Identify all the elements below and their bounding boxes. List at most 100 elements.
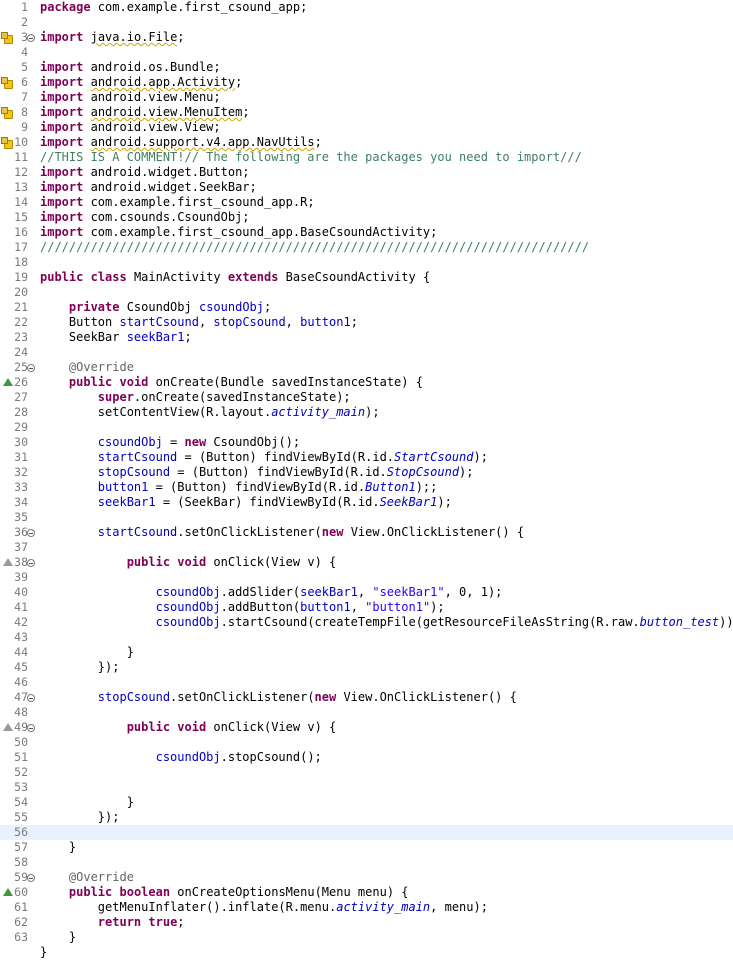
code-token: seekBar1 [300, 585, 358, 599]
code-line[interactable]: 47 stopCsound.setOnClickListener(new Vie… [0, 690, 733, 705]
code-line[interactable]: 24 [0, 345, 733, 360]
code-line[interactable]: 51 csoundObj.stopCsound(); [0, 750, 733, 765]
code-token: ))); [719, 615, 733, 629]
code-line[interactable]: 27 super.onCreate(savedInstanceState); [0, 390, 733, 405]
fold-toggle-icon[interactable] [27, 529, 35, 537]
code-line[interactable]: 41 csoundObj.addButton(button1, "button1… [0, 600, 733, 615]
code-line[interactable]: 45 }); [0, 660, 733, 675]
code-line[interactable]: 23 SeekBar seekBar1; [0, 330, 733, 345]
code-line[interactable]: 5 import android.os.Bundle; [0, 60, 733, 75]
code-line[interactable]: 3 import java.io.File; [0, 30, 733, 45]
line-number: 2 [21, 15, 28, 29]
code-line[interactable]: } [0, 945, 733, 960]
code-token: public [126, 555, 171, 569]
code-line[interactable]: 17 //////////////////////////////////////… [0, 240, 733, 255]
code-line[interactable]: 63 } [0, 930, 733, 945]
code-line[interactable]: 54 } [0, 795, 733, 810]
code-line[interactable]: 16 import com.example.first_csound_app.Ba… [0, 225, 733, 240]
line-number: 25 [14, 360, 28, 374]
code-line[interactable]: 14 import com.example.first_csound_app.R; [0, 195, 733, 210]
code-line[interactable]: 57 } [0, 840, 733, 855]
code-line[interactable]: 43 [0, 630, 733, 645]
code-token: return [97, 915, 142, 929]
code-line[interactable]: 20 [0, 285, 733, 300]
code-line[interactable]: 15 import com.csounds.CsoundObj; [0, 210, 733, 225]
code-line[interactable]: 32 stopCsound = (Button) findViewById(R.… [0, 465, 733, 480]
code-token: "button1" [365, 600, 431, 614]
code-line[interactable]: 42 csoundObj.startCsound(createTempFile(… [0, 615, 733, 630]
code-text: stopCsound = (Button) findViewById(R.id.… [40, 465, 474, 480]
code-line[interactable]: 30 csoundObj = new CsoundObj(); [0, 435, 733, 450]
code-text: //THIS IS A COMMENT!// The following are… [40, 150, 582, 165]
code-token: onClick(View v) { [206, 720, 337, 734]
fold-toggle-icon[interactable] [27, 874, 35, 882]
code-line[interactable]: 13 import android.widget.SeekBar; [0, 180, 733, 195]
code-line[interactable]: 18 [0, 255, 733, 270]
code-text: csoundObj.addSlider(seekBar1, "seekBar1"… [40, 585, 503, 600]
code-line[interactable]: 6 import android.app.Activity; [0, 75, 733, 90]
fold-toggle-icon[interactable] [27, 34, 35, 42]
code-line[interactable]: 52 [0, 765, 733, 780]
code-line[interactable]: 31 startCsound = (Button) findViewById(R… [0, 450, 733, 465]
code-line[interactable]: 59 @Override [0, 870, 733, 885]
code-line[interactable]: 49 public void onClick(View v) { [0, 720, 733, 735]
code-line[interactable]: 37 [0, 540, 733, 555]
code-line[interactable]: 26 public void onCreate(Bundle savedInst… [0, 375, 733, 390]
code-line[interactable]: 53 [0, 780, 733, 795]
code-line[interactable]: 2 [0, 15, 733, 30]
code-line[interactable]: 7 import android.view.Menu; [0, 90, 733, 105]
code-token: public [40, 270, 84, 284]
code-line[interactable]: 8 import android.view.MenuItem; [0, 105, 733, 120]
code-line[interactable]: 48 [0, 705, 733, 720]
line-number: 50 [14, 735, 28, 749]
fold-toggle-icon[interactable] [27, 724, 35, 732]
code-line[interactable]: 55 }); [0, 810, 733, 825]
code-line[interactable]: 29 [0, 420, 733, 435]
code-token: button_test [639, 615, 720, 629]
code-editor[interactable]: 1 package com.example.first_csound_app; 2 3… [0, 0, 733, 964]
code-line[interactable]: 39 [0, 570, 733, 585]
line-number: 55 [14, 810, 28, 824]
code-token: android.support.v4.app.NavUtils [90, 135, 315, 149]
code-token: import [40, 225, 84, 239]
fold-toggle-icon[interactable] [27, 559, 35, 567]
code-line[interactable]: 1 package com.example.first_csound_app; [0, 0, 733, 15]
code-line[interactable]: 36 startCsound.setOnClickListener(new Vi… [0, 525, 733, 540]
code-line[interactable]: 9 import android.view.View; [0, 120, 733, 135]
code-line[interactable]: 11 //THIS IS A COMMENT!// The following a… [0, 150, 733, 165]
code-line[interactable]: 35 [0, 510, 733, 525]
code-line[interactable]: 60 public boolean onCreateOptionsMenu(Me… [0, 885, 733, 900]
code-line[interactable]: 62 return true; [0, 915, 733, 930]
code-line[interactable]: 56 [0, 825, 733, 840]
code-line[interactable]: 33 button1 = (Button) findViewById(R.id.… [0, 480, 733, 495]
line-number: 45 [14, 660, 28, 674]
code-text: super.onCreate(savedInstanceState); [40, 390, 351, 405]
code-line[interactable]: 19 public class MainActivity extends Base… [0, 270, 733, 285]
code-line[interactable]: 21 private CsoundObj csoundObj; [0, 300, 733, 315]
code-line[interactable]: 10 import android.support.v4.app.NavUtils… [0, 135, 733, 150]
code-line[interactable]: 50 [0, 735, 733, 750]
code-line[interactable]: 25 @Override [0, 360, 733, 375]
code-line[interactable]: 46 [0, 675, 733, 690]
code-line[interactable]: 40 csoundObj.addSlider(seekBar1, "seekBa… [0, 585, 733, 600]
code-token: button1 [97, 480, 149, 494]
code-token: .addSlider( [220, 585, 301, 599]
code-token: activity_main [336, 900, 431, 914]
fold-toggle-icon[interactable] [27, 694, 35, 702]
code-line[interactable]: 38 public void onClick(View v) { [0, 555, 733, 570]
code-text: button1 = (Button) findViewById(R.id.But… [40, 480, 438, 495]
code-line[interactable]: 44 } [0, 645, 733, 660]
line-number: 22 [14, 315, 28, 329]
code-line[interactable]: 12 import android.widget.Button; [0, 165, 733, 180]
code-line[interactable]: 61 getMenuInflater().inflate(R.menu.acti… [0, 900, 733, 915]
fold-toggle-icon[interactable] [27, 364, 35, 372]
code-token: , menu); [430, 900, 488, 914]
code-text: public void onCreate(Bundle savedInstanc… [40, 375, 423, 390]
code-line[interactable]: 58 [0, 855, 733, 870]
code-line[interactable]: 34 seekBar1 = (SeekBar) findViewById(R.i… [0, 495, 733, 510]
code-line[interactable]: 22 Button startCsound, stopCsound, butto… [0, 315, 733, 330]
code-line[interactable]: 28 setContentView(R.layout.activity_main… [0, 405, 733, 420]
code-line[interactable]: 4 [0, 45, 733, 60]
